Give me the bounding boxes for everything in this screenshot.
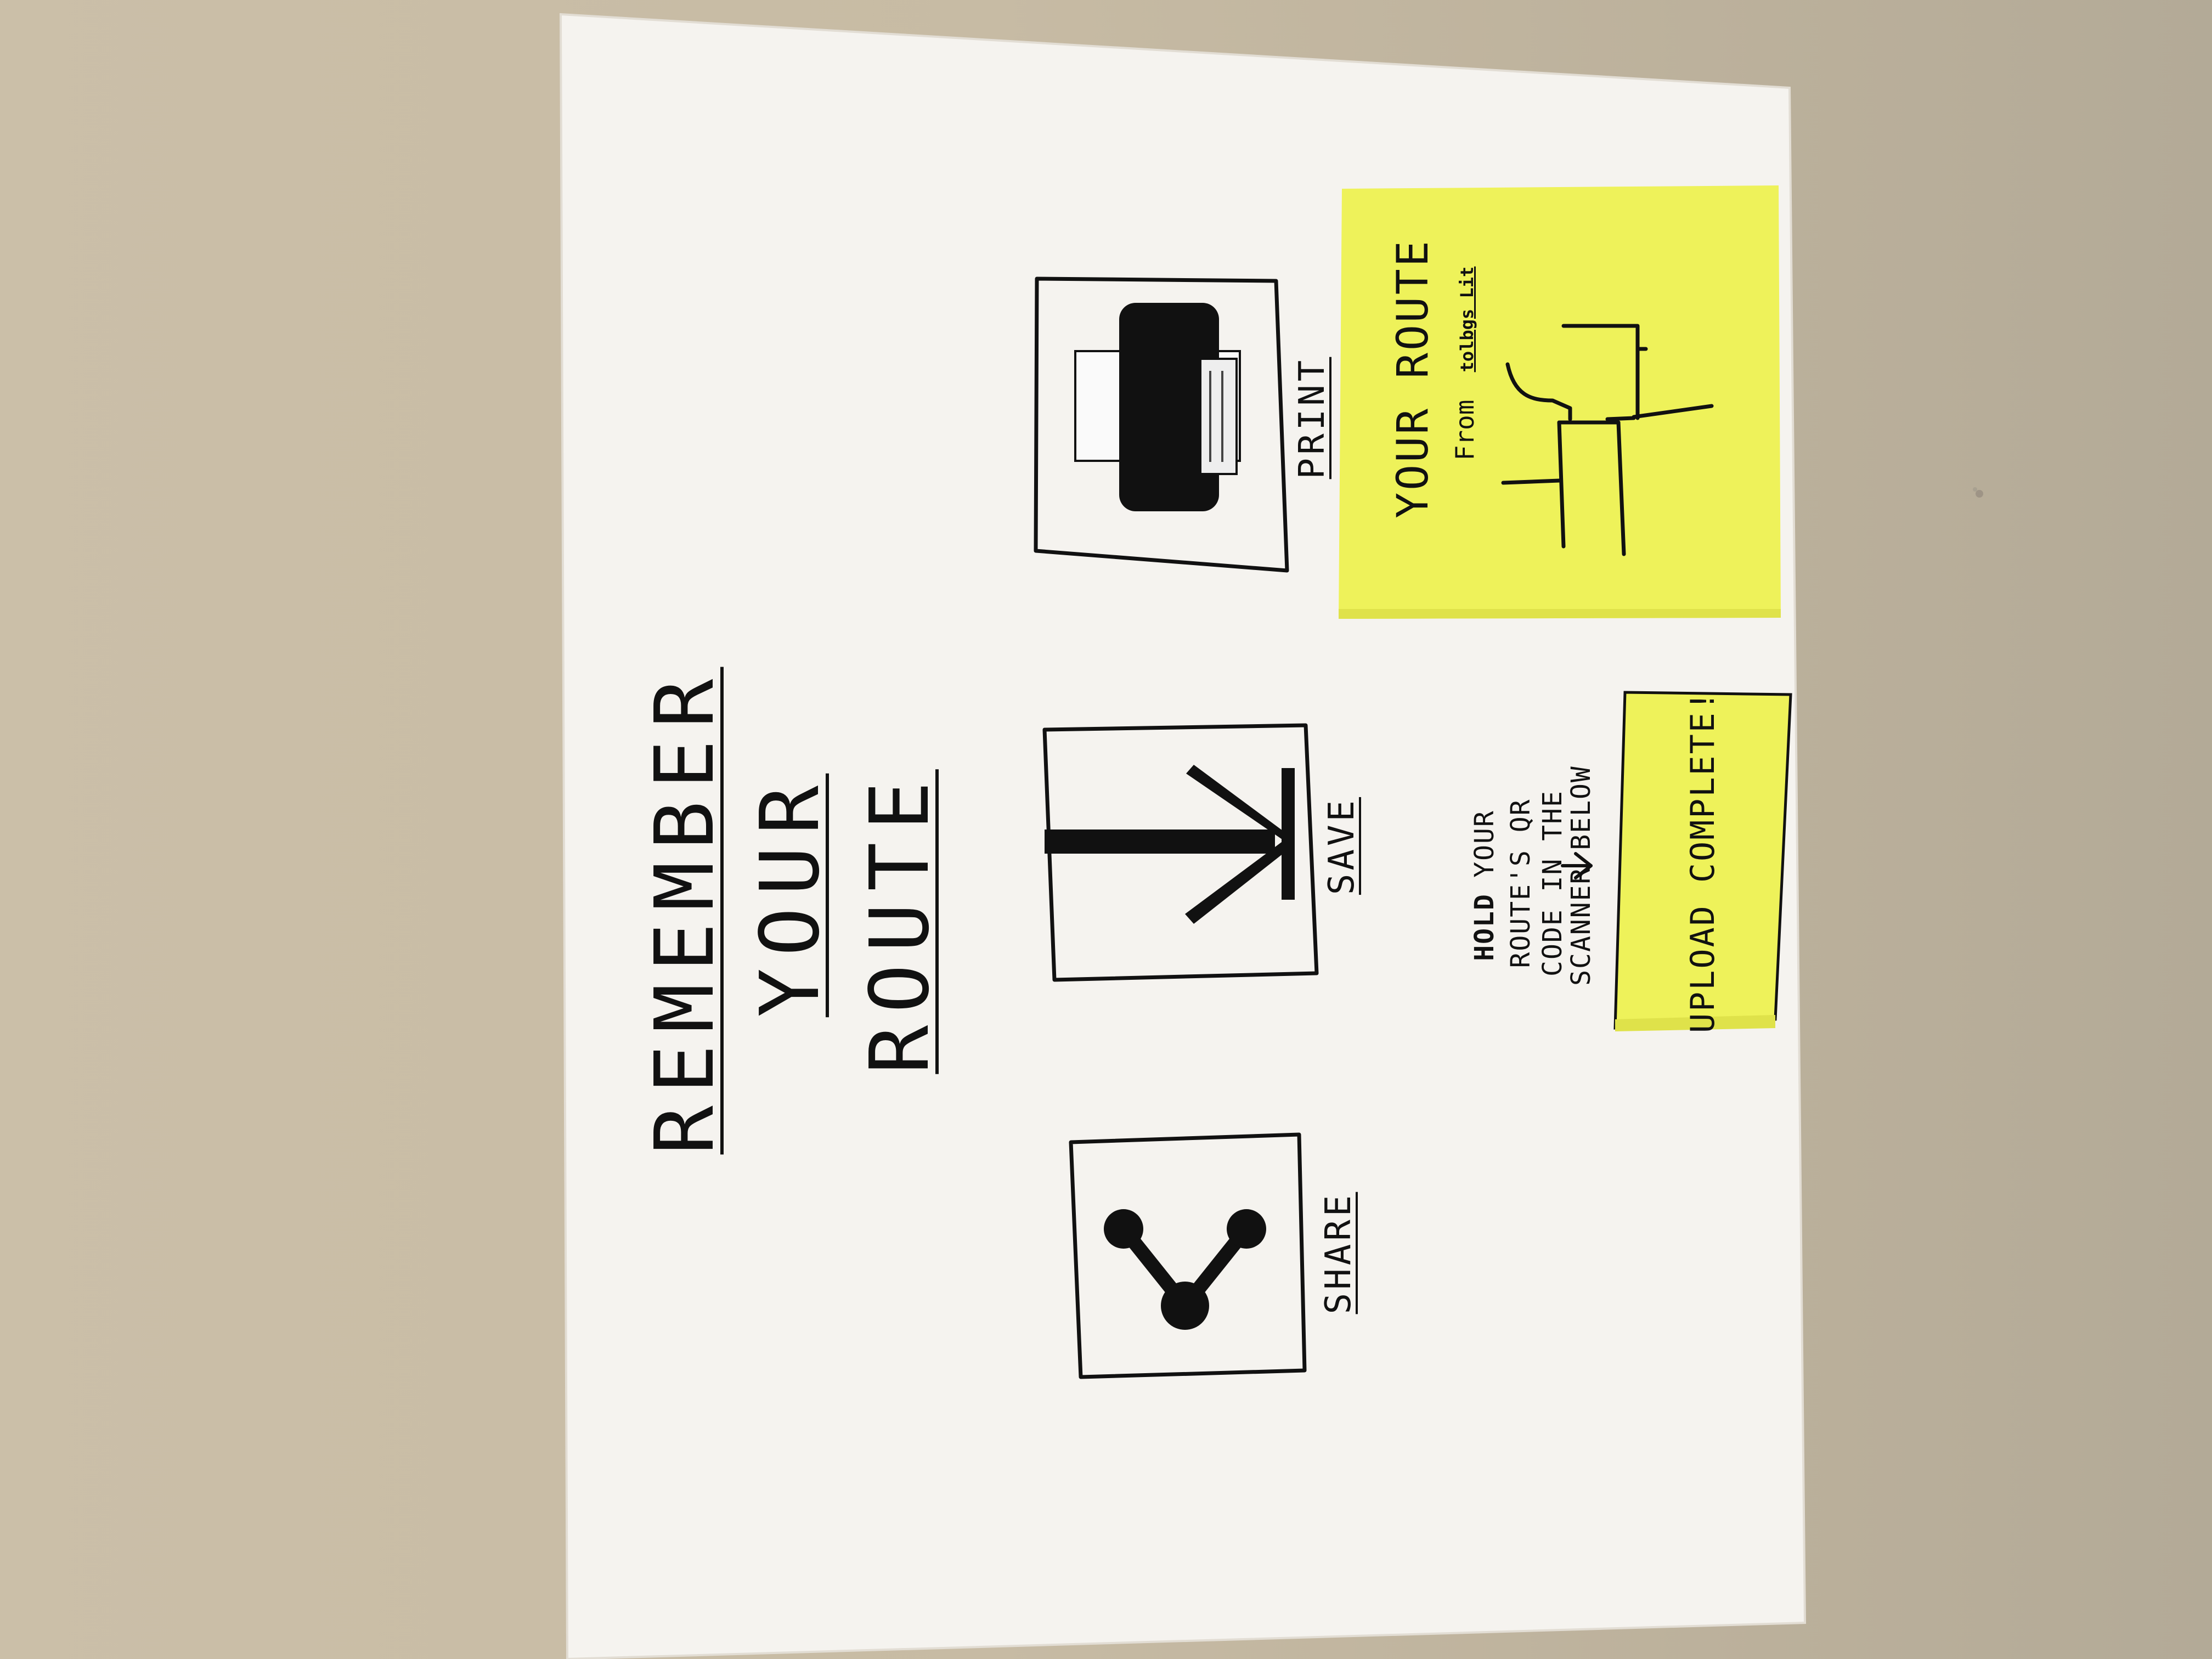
instruction-line1-rest: YOUR <box>1469 810 1500 878</box>
instruction-line2: ROUTE'S QR <box>1505 798 1536 968</box>
share-button[interactable]: SHARE <box>1318 1192 1359 1314</box>
title-line-remember: REMEMBER <box>637 667 732 1155</box>
poster-drawing <box>559 13 1983 1659</box>
save-button[interactable]: SAVE <box>1322 797 1362 895</box>
title-line-route: ROUTE <box>853 769 947 1074</box>
route-note-title: YOUR ROUTE <box>1389 239 1438 518</box>
instruction-bold-word: HOLD <box>1469 893 1500 961</box>
route-note-from-value: tolbgs Lit <box>1457 266 1477 373</box>
instruction-line4: SCANNER BELOW <box>1566 765 1596 986</box>
instruction-line3: CODE IN THE <box>1537 790 1568 977</box>
title-line-your: YOUR <box>743 773 837 1018</box>
wall-background: REMEMBER YOUR ROUTE SHARE SAVE PRINT YOU… <box>0 0 2212 1659</box>
upload-complete-message: UPLOAD COMPLETE! <box>1684 690 1722 1033</box>
print-button[interactable]: PRINT <box>1292 357 1333 479</box>
route-note-from-label: From <box>1450 399 1480 461</box>
